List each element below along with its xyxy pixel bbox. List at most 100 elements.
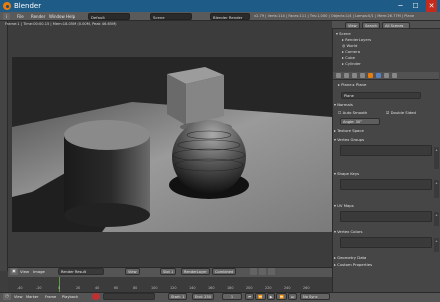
menu-help[interactable]: Help: [66, 12, 75, 21]
angle-field[interactable]: Angle: 30°: [340, 118, 380, 125]
tick-label: 140: [189, 286, 196, 290]
vertex-groups-list[interactable]: [340, 145, 432, 156]
vgroup-side-buttons[interactable]: +: [434, 147, 439, 169]
panel-label: Geometry Data: [337, 255, 367, 260]
next-key-icon[interactable]: ⏩: [276, 293, 287, 300]
shape-keys-list[interactable]: [340, 179, 432, 190]
image-browse-field[interactable]: Render Result: [58, 268, 104, 275]
panel-vertex-groups[interactable]: ▾ Vertex Groups: [334, 137, 364, 143]
breadcrumb-object: Plane: [341, 82, 352, 87]
editor-type-icon[interactable]: i: [3, 13, 10, 20]
render-scene-svg: [12, 57, 332, 232]
panel-geometry-data[interactable]: ▸ Geometry Data: [334, 255, 366, 261]
mesh-data-tab-icon[interactable]: [376, 73, 381, 78]
layer-select[interactable]: RenderLayer: [181, 268, 210, 275]
mesh-name-field[interactable]: Plane: [341, 92, 421, 99]
jump-start-icon[interactable]: ⏮: [245, 293, 255, 300]
panel-shape-keys[interactable]: ▾ Shape Keys: [334, 171, 359, 177]
outliner-search-menu[interactable]: Search: [362, 22, 381, 29]
panel-vertex-colors[interactable]: ▾ Vertex Colors: [334, 229, 362, 235]
object-tab-icon[interactable]: [368, 73, 373, 78]
window-title: Blender: [14, 2, 42, 10]
jump-end-icon[interactable]: ⏭: [287, 293, 298, 300]
alpha-display-icon[interactable]: [259, 268, 266, 275]
pass-select[interactable]: Combined: [212, 268, 237, 275]
panel-label: Shape Keys: [337, 171, 360, 176]
panel-texture-space[interactable]: ▸ Texture Space: [334, 128, 364, 134]
scene-tab-icon[interactable]: [352, 73, 357, 78]
color-display-icon[interactable]: [250, 268, 257, 275]
tick-label: 60: [114, 286, 119, 290]
start-frame-field[interactable]: Start: 1: [168, 293, 188, 300]
vcolor-side-buttons[interactable]: +: [434, 238, 439, 252]
sync-mode-select[interactable]: No Sync: [300, 293, 330, 300]
maximize-button[interactable]: ☐: [410, 0, 421, 12]
panel-label: Vertex Groups: [337, 137, 365, 142]
panel-uv-maps[interactable]: ▾ UV Maps: [334, 203, 354, 209]
outliner-filter-select[interactable]: All Scenes: [382, 22, 410, 29]
timeline-ticks: -40 -20 0 20 40 60 80 100 120 140 160 18…: [10, 280, 332, 290]
record-icon[interactable]: [92, 293, 100, 300]
render-info: Frame:1 | Time:00:00.15 | Mem:18.05M (0.…: [5, 22, 117, 26]
menu-file[interactable]: File: [17, 12, 24, 21]
tick-label: 80: [133, 286, 138, 290]
scene-selector[interactable]: Scene: [150, 13, 192, 20]
tick-label: 200: [246, 286, 253, 290]
toolshelf-strip[interactable]: [0, 21, 8, 271]
checkbox-label: Double Sided: [390, 110, 416, 115]
tl-menu-view[interactable]: View: [14, 292, 23, 302]
close-button[interactable]: ✕: [426, 0, 437, 12]
image-editor-type-icon[interactable]: ▣: [10, 268, 18, 275]
timeline-type-icon[interactable]: ◷: [3, 293, 11, 300]
play-icon[interactable]: ▶: [266, 293, 276, 300]
tl-menu-frame[interactable]: Frame: [45, 292, 56, 302]
outliner-view-menu[interactable]: View: [345, 22, 360, 29]
keying-set-field[interactable]: [103, 293, 155, 300]
current-frame-field[interactable]: 1: [222, 293, 242, 300]
auto-smooth-checkbox[interactable]: ☐ Auto Smooth: [338, 110, 367, 116]
panel-normals[interactable]: ▾ Normals: [334, 102, 353, 108]
properties-tab-icons: [336, 73, 436, 79]
panel-label: Custom Properties: [337, 262, 373, 267]
prev-key-icon[interactable]: ⏪: [255, 293, 266, 300]
panel-custom-properties[interactable]: ▸ Custom Properties: [334, 262, 372, 268]
uv-maps-list[interactable]: [340, 211, 432, 222]
uvmap-side-buttons[interactable]: +: [434, 212, 439, 226]
tick-label: 220: [265, 286, 272, 290]
layout-selector[interactable]: Default: [88, 13, 130, 20]
outliner-item-cylinder[interactable]: ▸ Cylinder: [334, 61, 438, 67]
render-engine-selector[interactable]: Blender Render: [210, 13, 250, 20]
img-view-select[interactable]: View: [125, 268, 140, 275]
window-titlebar: [0, 0, 440, 12]
double-sided-checkbox[interactable]: ☑ Double Sided: [386, 110, 416, 116]
render-tab-icon[interactable]: [336, 73, 341, 78]
channel-buttons: [250, 268, 330, 275]
layers-tab-icon[interactable]: [344, 73, 349, 78]
shapekey-side-buttons[interactable]: +: [434, 180, 439, 198]
tl-menu-playback[interactable]: Playback: [62, 292, 78, 302]
outliner-label: World: [346, 43, 358, 48]
world-tab-icon[interactable]: [360, 73, 365, 78]
outliner-label: Camera: [345, 49, 361, 54]
img-menu-image[interactable]: Image: [33, 267, 45, 277]
slot-select[interactable]: Slot 1: [160, 268, 177, 275]
cylinder-top: [64, 120, 150, 150]
cylinder-bottom: [64, 203, 150, 227]
tl-menu-marker[interactable]: Marker: [26, 292, 38, 302]
menu-render[interactable]: Render: [31, 12, 45, 21]
end-frame-field[interactable]: End: 250: [192, 293, 215, 300]
outliner-label: Cube: [345, 55, 355, 60]
img-menu-view[interactable]: View: [20, 267, 29, 277]
tick-label: 240: [284, 286, 291, 290]
vertex-colors-list[interactable]: [340, 237, 432, 248]
panel-label: Normals: [337, 102, 353, 107]
menu-window[interactable]: Window: [49, 12, 65, 21]
material-tab-icon[interactable]: [384, 73, 389, 78]
tick-label: 160: [208, 286, 215, 290]
texture-tab-icon[interactable]: [392, 73, 397, 78]
tick-label: 40: [95, 286, 100, 290]
render-result-image[interactable]: [12, 57, 332, 232]
zbuffer-display-icon[interactable]: [268, 268, 275, 275]
blender-logo-icon: [3, 2, 11, 10]
minimize-button[interactable]: ─: [395, 0, 406, 12]
